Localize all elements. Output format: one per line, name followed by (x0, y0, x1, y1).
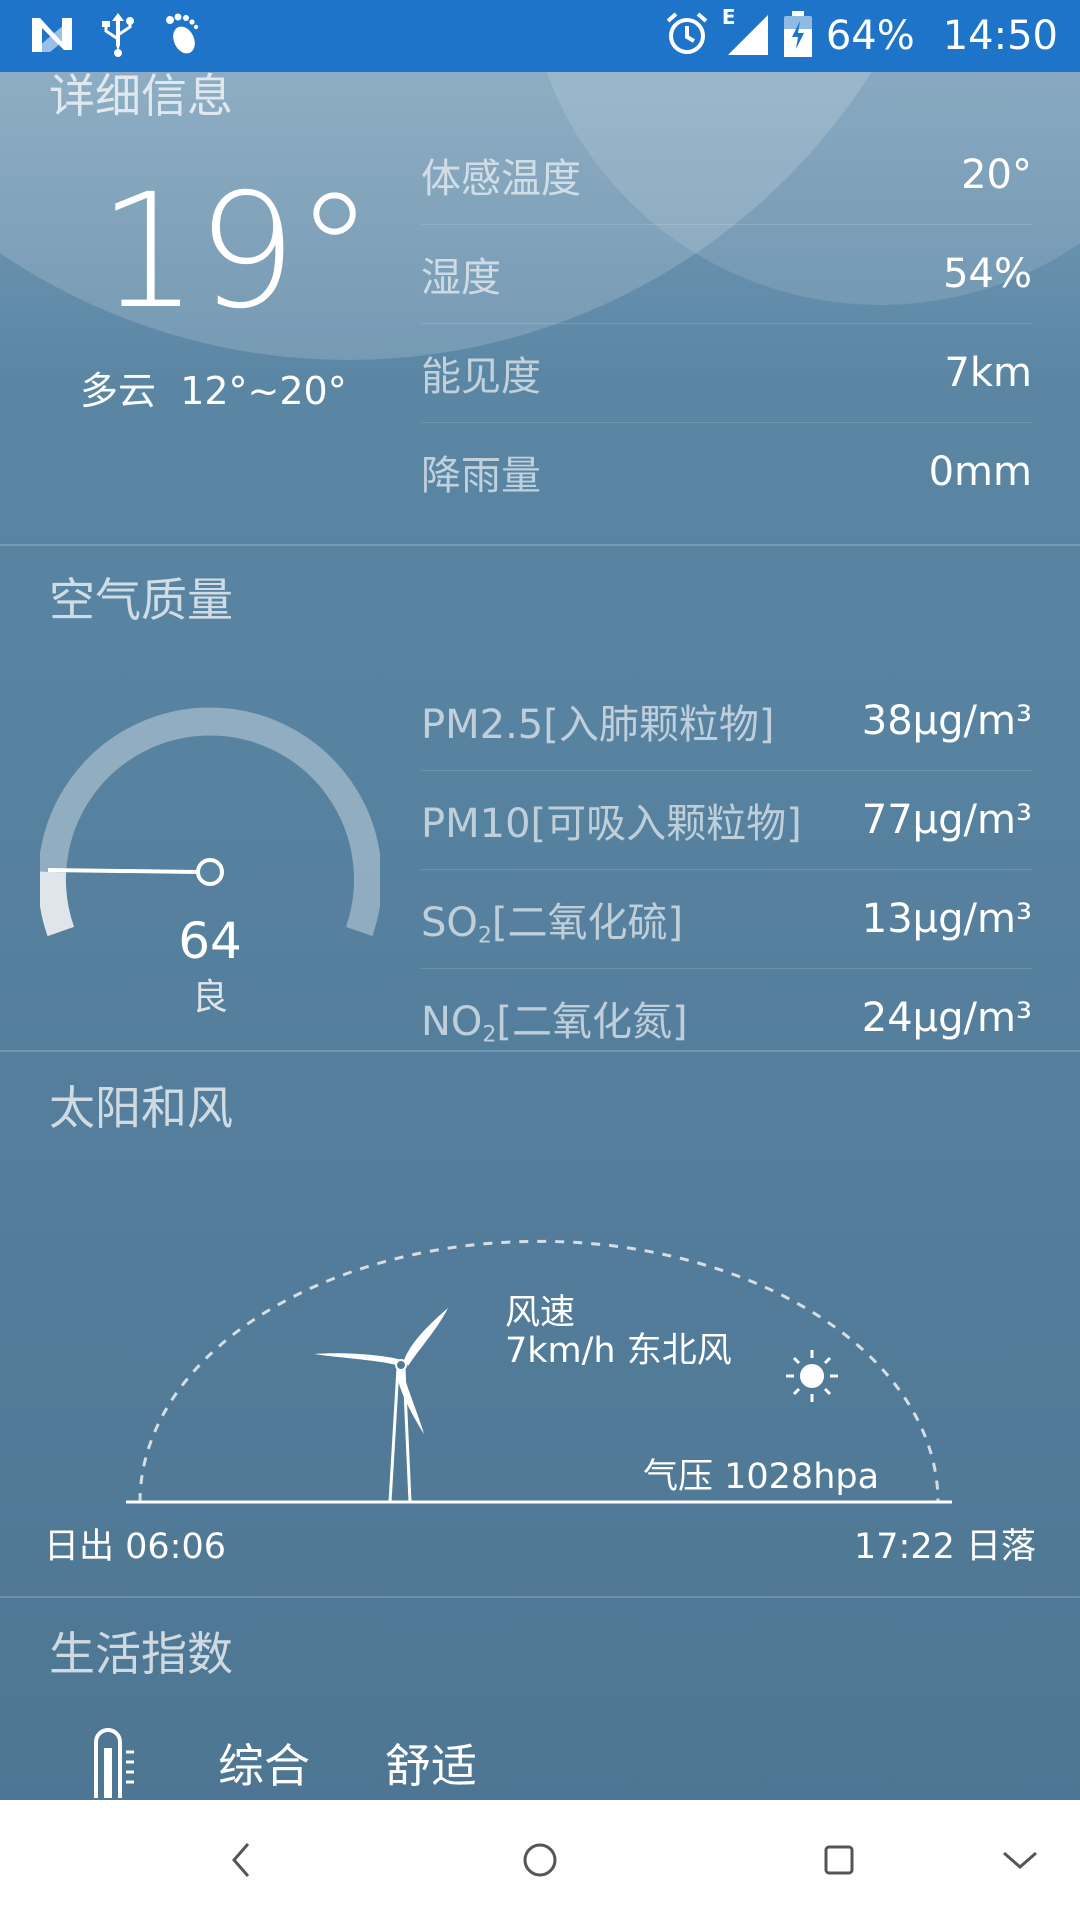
life-index-value: 舒适 (385, 1739, 477, 1793)
battery-icon (783, 11, 812, 61)
gauge-needle (47, 868, 199, 874)
air-label: SO2[二氧化硫] (421, 890, 683, 949)
wind-value: 7km/h 东北风 (505, 1331, 732, 1371)
air-row-pm25: PM2.5[入肺颗粒物] 38μg/m³ (421, 672, 1032, 771)
navigation-bar (0, 1800, 1080, 1920)
air-value: 38μg/m³ (861, 698, 1032, 744)
life-index-title: 生活指数 (49, 1627, 233, 1681)
sunrise-time: 日出 06:06 (44, 1527, 226, 1567)
section-divider (0, 1596, 1080, 1598)
wind-turbine-icon (314, 1308, 448, 1503)
detail-label: 体感温度 (421, 156, 581, 202)
usb-icon (100, 11, 136, 61)
battery-percent: 64% (825, 13, 915, 59)
details-title: 详细信息 (49, 72, 233, 123)
current-temperature: 19° (98, 160, 374, 344)
air-quality-list: PM2.5[入肺颗粒物] 38μg/m³ PM10[可吸入颗粒物] 77μg/m… (421, 672, 1032, 1067)
air-label: NO2[二氧化氮] (421, 989, 688, 1048)
recents-icon[interactable] (809, 1830, 869, 1890)
air-value: 24μg/m³ (861, 995, 1032, 1041)
thermometer-icon (82, 1722, 142, 1800)
air-value: 13μg/m³ (861, 896, 1032, 942)
status-bar: E 64% 14:50 (0, 0, 1080, 72)
details-list: 体感温度 20° 湿度 54% 能见度 7km 降雨量 0mm (421, 126, 1032, 521)
aqi-level: 良 (191, 977, 228, 1018)
life-index-item[interactable]: 综合 舒适 (0, 1722, 1080, 1800)
detail-row-rainfall: 降雨量 0mm (421, 423, 1032, 521)
air-label-prefix: NO (421, 998, 483, 1045)
detail-value: 0mm (928, 449, 1032, 495)
n-notification-icon (30, 14, 74, 58)
gauge-track (40, 707, 380, 937)
air-label-suffix: [二氧化硫] (491, 899, 684, 946)
aqi-value: 64 (178, 912, 242, 970)
hide-nav-icon[interactable] (990, 1830, 1050, 1890)
detail-value: 7km (944, 350, 1032, 396)
detail-row-feels-like: 体感温度 20° (421, 126, 1032, 225)
home-icon[interactable] (510, 1830, 570, 1890)
section-divider (0, 544, 1080, 546)
back-icon[interactable] (211, 1830, 271, 1890)
air-row-pm10: PM10[可吸入颗粒物] 77μg/m³ (421, 771, 1032, 870)
gauge-pivot (196, 858, 224, 886)
sun-icon (786, 1350, 838, 1402)
air-label-sub: 2 (482, 1022, 497, 1048)
clock: 14:50 (942, 13, 1058, 59)
air-row-so2: SO2[二氧化硫] 13μg/m³ (421, 870, 1032, 969)
life-index-name: 综合 (218, 1739, 310, 1793)
sunset-time: 17:22 日落 (854, 1527, 1036, 1567)
air-label-prefix: SO (421, 899, 478, 946)
sun-wind-title: 太阳和风 (49, 1081, 233, 1135)
detail-label: 湿度 (421, 255, 501, 301)
gauge-fill (40, 871, 75, 937)
air-label: PM10[可吸入颗粒物] (421, 801, 802, 847)
section-divider (0, 1050, 1080, 1052)
signal-icon: E (722, 5, 770, 61)
pressure: 气压 1028hpa (643, 1457, 880, 1497)
detail-label: 降雨量 (421, 453, 541, 499)
alarm-icon (664, 11, 710, 61)
detail-value: 54% (943, 251, 1032, 297)
air-quality-title: 空气质量 (49, 573, 233, 627)
footprint-icon (162, 12, 202, 60)
detail-row-visibility: 能见度 7km (421, 324, 1032, 423)
wind-info: 风速 7km/h 东北风 (505, 1294, 732, 1370)
air-value: 77μg/m³ (861, 797, 1032, 843)
weather-condition: 多云 (80, 369, 157, 413)
detail-value: 20° (961, 152, 1032, 198)
detail-label: 能见度 (421, 354, 541, 400)
network-type-label: E (721, 5, 736, 29)
temperature-range: 12°~20° (180, 369, 347, 413)
air-label-suffix: [二氧化氮] (496, 998, 688, 1045)
air-label: PM2.5[入肺颗粒物] (421, 702, 775, 748)
air-label-sub: 2 (477, 923, 492, 949)
weather-content[interactable]: 详细信息 19° 多云 12°~20° 体感温度 20° 湿度 54% 能见度 … (0, 72, 1080, 1800)
air-row-no2: NO2[二氧化氮] 24μg/m³ (421, 969, 1032, 1067)
wind-label: 风速 (505, 1293, 576, 1333)
weather-summary: 多云 12°~20° (80, 360, 347, 415)
detail-row-humidity: 湿度 54% (421, 225, 1032, 324)
